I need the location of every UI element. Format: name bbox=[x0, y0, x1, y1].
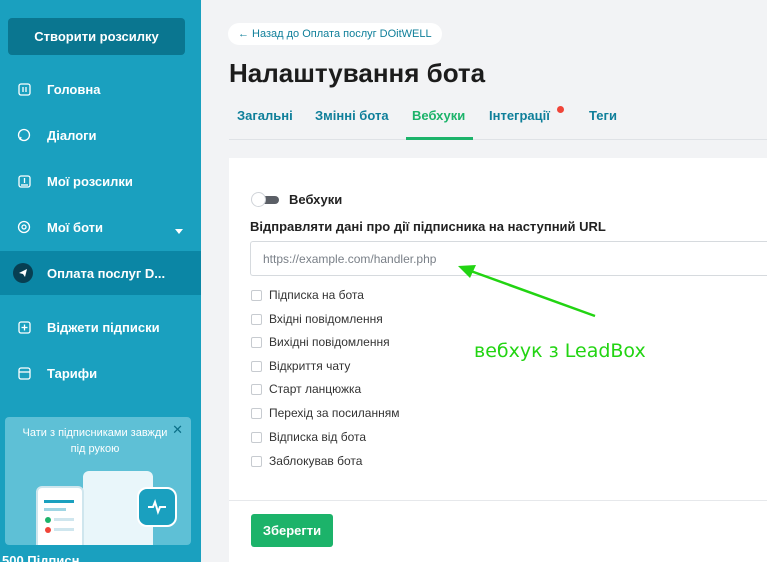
broadcast-icon bbox=[17, 174, 31, 188]
sidebar-item-label: Мої боти bbox=[47, 219, 104, 235]
active-tab-indicator bbox=[406, 137, 473, 140]
tariff-icon bbox=[17, 366, 31, 380]
checkbox-label: Заблокував бота bbox=[269, 454, 363, 468]
checkbox-label: Відкриття чату bbox=[269, 359, 351, 373]
checkbox[interactable] bbox=[251, 407, 262, 419]
event-checkbox-link-click[interactable]: Перехід за посиланням bbox=[251, 405, 399, 421]
webhook-toggle-label: Вебхуки bbox=[289, 192, 343, 207]
back-link[interactable]: ← Назад до Оплата послуг DOitWELL bbox=[228, 23, 442, 45]
notification-dot bbox=[557, 106, 564, 113]
event-checkbox-incoming[interactable]: Вхідні повідомлення bbox=[251, 311, 383, 327]
event-checkbox-subscribe[interactable]: Підписка на бота bbox=[251, 287, 364, 303]
tab-integrations[interactable]: Інтеграції bbox=[489, 108, 550, 123]
sidebar-item-label: Тарифи bbox=[47, 365, 98, 381]
tab-general[interactable]: Загальні bbox=[237, 108, 293, 123]
page-title: Налаштування бота bbox=[229, 58, 486, 88]
sidebar-item-broadcasts[interactable]: Мої розсилки bbox=[0, 159, 201, 203]
checkbox-label: Перехід за посиланням bbox=[269, 406, 400, 420]
sidebar-item-tariffs[interactable]: Тарифи bbox=[0, 351, 201, 395]
sidebar-item-label: Мої розсилки bbox=[47, 173, 133, 189]
sidebar-item-label: Головна bbox=[47, 81, 101, 97]
phone-illustration bbox=[36, 486, 84, 545]
webhook-toggle[interactable] bbox=[251, 192, 281, 207]
home-icon bbox=[17, 82, 31, 96]
close-icon[interactable]: ✕ bbox=[172, 422, 183, 438]
sidebar-item-bot-payment[interactable]: Оплата послуг D... bbox=[0, 251, 201, 295]
checkbox[interactable] bbox=[251, 289, 262, 301]
chat-icon bbox=[17, 128, 31, 142]
create-broadcast-button[interactable]: Створити розсилку bbox=[8, 18, 185, 55]
subscribers-count: 500 Підписн... bbox=[2, 553, 91, 562]
chevron-down-icon[interactable] bbox=[175, 222, 183, 237]
sidebar-item-bots[interactable]: Мої боти bbox=[0, 205, 201, 249]
tab-webhooks[interactable]: Вебхуки bbox=[412, 108, 465, 123]
checkbox[interactable] bbox=[251, 455, 262, 467]
promo-banner: Чати з підписниками завжди під рукою ✕ bbox=[5, 417, 191, 545]
checkbox[interactable] bbox=[251, 360, 262, 372]
tab-bot-variables[interactable]: Змінні бота bbox=[315, 108, 389, 123]
sidebar-item-label: Віджети підписки bbox=[47, 319, 160, 335]
checkbox[interactable] bbox=[251, 383, 262, 395]
sidebar-item-label: Оплата послуг D... bbox=[47, 265, 166, 281]
sidebar-item-home[interactable]: Головна bbox=[0, 67, 201, 111]
checkbox-label: Підписка на бота bbox=[269, 288, 364, 302]
tab-tags[interactable]: Теги bbox=[589, 108, 617, 123]
checkbox-label: Вхідні повідомлення bbox=[269, 312, 383, 326]
url-label: Відправляти дані про дії підписника на н… bbox=[250, 219, 606, 234]
divider bbox=[229, 500, 767, 501]
widget-icon bbox=[17, 320, 31, 334]
event-checkbox-blocked[interactable]: Заблокував бота bbox=[251, 453, 362, 469]
checkbox-label: Відписка від бота bbox=[269, 430, 367, 444]
annotation-text: вебхук з LeadBox bbox=[474, 340, 646, 362]
chat-bubble-icon bbox=[137, 487, 177, 527]
telegram-icon bbox=[13, 263, 33, 283]
checkbox[interactable] bbox=[251, 431, 262, 443]
event-checkbox-outgoing[interactable]: Вихідні повідомлення bbox=[251, 334, 390, 350]
webhook-url-input[interactable] bbox=[250, 241, 767, 276]
event-checkbox-unsubscribe[interactable]: Відписка від бота bbox=[251, 429, 366, 445]
save-button[interactable]: Зберегти bbox=[251, 514, 333, 547]
bots-icon bbox=[17, 220, 31, 234]
checkbox[interactable] bbox=[251, 313, 262, 325]
sidebar-item-widgets[interactable]: Віджети підписки bbox=[0, 305, 201, 349]
event-checkbox-chain-start[interactable]: Старт ланцюжка bbox=[251, 381, 361, 397]
sidebar: Створити розсилку Головна Діалоги Мої ро… bbox=[0, 0, 201, 562]
checkbox[interactable] bbox=[251, 336, 262, 348]
sidebar-item-label: Діалоги bbox=[47, 127, 97, 143]
checkbox-label: Вихідні повідомлення bbox=[269, 335, 390, 349]
settings-tabs: Загальні Змінні бота Вебхуки Інтеграції … bbox=[229, 102, 767, 140]
checkbox-label: Старт ланцюжка bbox=[269, 382, 362, 396]
sidebar-item-dialogs[interactable]: Діалоги bbox=[0, 113, 201, 157]
event-checkbox-chat-open[interactable]: Відкриття чату bbox=[251, 358, 350, 374]
promo-text: Чати з підписниками завжди під рукою bbox=[22, 427, 168, 455]
